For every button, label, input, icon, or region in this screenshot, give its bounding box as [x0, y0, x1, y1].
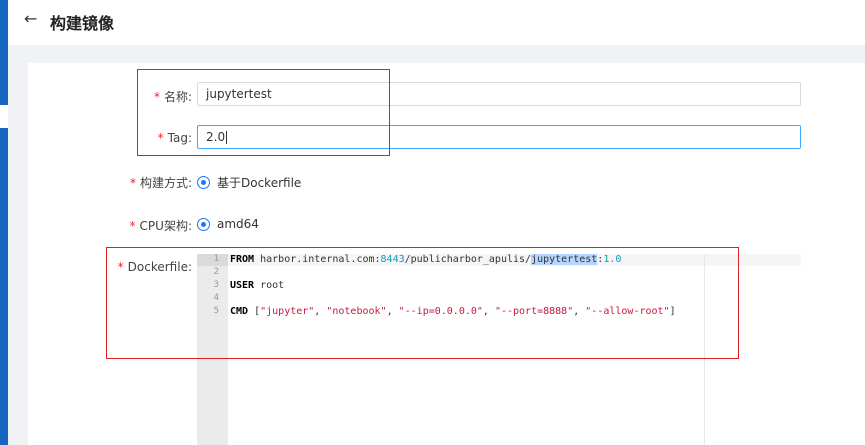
- line-number: 3: [213, 280, 219, 290]
- page-title: 构建镜像: [50, 14, 115, 33]
- text-caret: [226, 131, 228, 144]
- registry-port: 8443: [380, 254, 405, 265]
- cmd-arg: "--allow-root": [585, 306, 670, 317]
- tag-label-text: Tag:: [167, 131, 192, 145]
- highlighted-image-name: jupytertest: [531, 254, 598, 265]
- keyword-cmd: CMD: [230, 306, 249, 317]
- name-required-mark: *: [153, 90, 160, 104]
- line-number: 4: [213, 293, 219, 303]
- sidebar-strip: [0, 0, 8, 445]
- name-input[interactable]: jupytertest: [197, 82, 801, 106]
- code-line-cmd: CMD ["jupyter", "notebook", "--ip=0.0.0.…: [230, 306, 676, 317]
- sidebar-strip-top: [0, 0, 8, 105]
- name-input-value: jupytertest: [206, 87, 272, 101]
- keyword-user: USER: [230, 280, 255, 291]
- build-method-label: * 构建方式:: [100, 174, 192, 191]
- tag-input[interactable]: 2.0: [197, 125, 801, 149]
- name-label-text: 名称:: [163, 90, 192, 104]
- cmd-close-bracket: ]: [669, 306, 676, 317]
- back-arrow-icon[interactable]: ←: [24, 9, 37, 28]
- cmd-arg: "notebook": [326, 306, 387, 317]
- dockerfile-label: * Dockerfile:: [100, 260, 192, 274]
- cmd-separator: ,: [314, 306, 327, 317]
- cpu-arch-label: * CPU架构:: [100, 217, 192, 234]
- dockerfile-editor[interactable]: 1 2 3 4 5 FROM harbor.internal.com:8443/…: [197, 254, 801, 445]
- keyword-from: FROM: [230, 254, 255, 265]
- image-path: /publicharbor_apulis/: [404, 254, 532, 265]
- radio-checked-icon[interactable]: [197, 176, 210, 189]
- tag-required-mark: *: [157, 131, 164, 145]
- print-margin: [704, 254, 705, 445]
- cmd-separator: ,: [386, 306, 399, 317]
- line-number: 1: [213, 254, 219, 264]
- dockerfile-required-mark: *: [117, 260, 124, 274]
- name-label: * 名称:: [120, 88, 192, 105]
- build-method-required-mark: *: [129, 176, 136, 190]
- build-method-radio[interactable]: 基于Dockerfile: [197, 174, 301, 191]
- cmd-arg: "jupyter": [260, 306, 315, 317]
- build-method-label-text: 构建方式:: [139, 176, 192, 190]
- cpu-arch-option-label: amd64: [217, 217, 259, 231]
- page-header: ← 构建镜像: [8, 0, 865, 45]
- code-line-from: FROM harbor.internal.com:8443/publicharb…: [230, 254, 621, 265]
- cmd-arg: "--port=8888": [494, 306, 574, 317]
- code-line-user: USER root: [230, 280, 284, 291]
- cmd-separator: ,: [573, 306, 586, 317]
- tag-label: * Tag:: [120, 131, 192, 145]
- cmd-separator: ,: [482, 306, 495, 317]
- cpu-arch-radio[interactable]: amd64: [197, 217, 259, 231]
- cmd-arg: "--ip=0.0.0.0": [398, 306, 483, 317]
- dockerfile-label-text: Dockerfile:: [127, 260, 192, 274]
- tag-input-value: 2.0: [206, 130, 226, 144]
- cpu-arch-required-mark: *: [129, 219, 136, 233]
- sidebar-strip-bottom: [0, 128, 8, 445]
- image-version: 1.0: [603, 254, 622, 265]
- line-number: 2: [213, 267, 219, 277]
- radio-checked-icon[interactable]: [197, 217, 210, 231]
- registry-host: harbor.internal.com:: [254, 254, 381, 265]
- user-value: root: [254, 280, 285, 291]
- line-number: 5: [213, 306, 219, 316]
- cmd-open-bracket: [: [248, 306, 261, 317]
- cpu-arch-label-text: CPU架构:: [139, 219, 192, 233]
- build-method-option-label: 基于Dockerfile: [217, 176, 302, 190]
